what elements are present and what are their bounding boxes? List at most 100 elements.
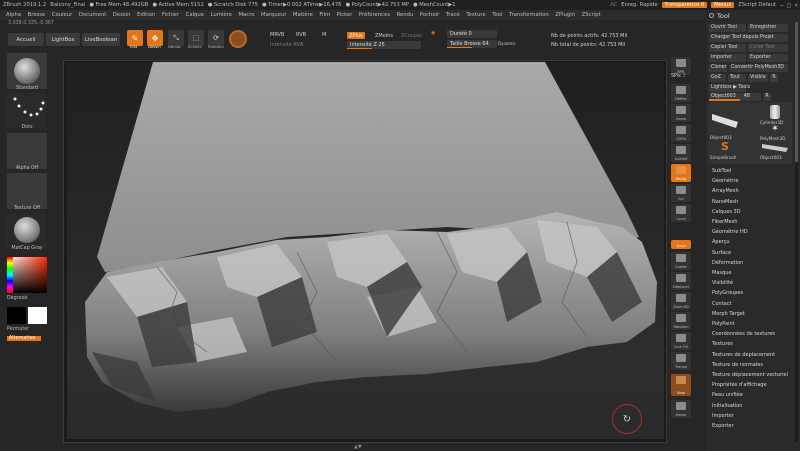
persp-button[interactable]: Persp <box>671 164 691 182</box>
current-tool-slider[interactable]: Object003 48 <box>709 93 761 101</box>
menu-item[interactable]: Edition <box>137 12 155 18</box>
home-button[interactable]: Accueil <box>8 33 44 46</box>
dynamic-button[interactable]: Dynamic <box>498 41 516 46</box>
subpalette-item[interactable]: Importer <box>712 413 734 419</box>
subpalette-item[interactable]: FiberMesh <box>712 219 737 225</box>
alpha-thumbnail[interactable] <box>7 133 47 169</box>
window-controls[interactable]: – □ × <box>780 2 798 9</box>
zadd-button[interactable]: ZPlus <box>347 32 365 39</box>
menu-item[interactable]: Pochoir <box>420 12 439 18</box>
subpalette-item[interactable]: Exporter <box>712 423 734 429</box>
menu-item[interactable]: Tracé <box>446 12 460 18</box>
rotate-view-button[interactable]: Rotation <box>671 312 691 330</box>
aahalf-button[interactable]: AAHalf <box>671 144 691 162</box>
import-button[interactable]: Importer <box>709 54 746 62</box>
tool-thumb-object003-b[interactable] <box>760 140 790 154</box>
zsub-button[interactable]: ZMoins <box>373 32 395 39</box>
menu-item[interactable]: Calque <box>186 12 204 18</box>
menu-item[interactable]: Brosse <box>28 12 46 18</box>
menu-item[interactable]: ZScript <box>582 12 601 18</box>
secondary-color-swatch[interactable] <box>7 307 26 324</box>
subpalette-item[interactable]: Géométrie <box>712 178 738 184</box>
rgb-intensity-slider[interactable]: Intensité RVB <box>270 42 304 48</box>
menu-item[interactable]: Document <box>79 12 106 18</box>
subpalette-item[interactable]: PolyPaint <box>712 321 735 327</box>
subpalette-item[interactable]: Surface <box>712 250 731 256</box>
zcut-button[interactable]: ZCouper <box>399 32 424 39</box>
subpalette-item[interactable]: Texture déplacement vectoriel <box>712 372 788 378</box>
menu-item[interactable]: Fichier <box>162 12 179 18</box>
tool-palette-header[interactable]: Tool <box>706 10 800 21</box>
menu-item[interactable]: Macro <box>238 12 254 18</box>
menu-item[interactable]: Préférences <box>359 12 390 18</box>
goz-button[interactable]: GoZ <box>709 74 726 82</box>
menu-item[interactable]: Matière <box>293 12 313 18</box>
alternate-button[interactable]: Alternative <box>7 336 41 341</box>
z-intensity-slider[interactable]: Intensité Z 25 <box>347 41 421 49</box>
document-canvas[interactable] <box>67 62 664 439</box>
subpalette-item[interactable]: Peau unifiée <box>712 392 743 398</box>
transp-button[interactable]: Transp <box>671 352 691 370</box>
all-button[interactable]: Tout <box>728 74 746 82</box>
tool-r-button[interactable]: R <box>763 93 771 101</box>
load-from-project-button[interactable]: Charger Tool depuis Projet <box>709 34 788 42</box>
quicksave-button[interactable]: Enreg. Rapide <box>621 2 657 8</box>
subpalette-item[interactable]: Aperçu <box>712 239 730 245</box>
palette-scroll-thumb[interactable] <box>795 22 798 162</box>
subpalette-item[interactable]: NanoMesh <box>712 199 738 205</box>
paste-tool-button[interactable]: Coller Tool <box>748 44 788 52</box>
menu-item[interactable]: Film <box>319 12 330 18</box>
visible-button[interactable]: Visible <box>748 74 768 82</box>
transparency-button[interactable]: Transparence 0 <box>661 2 708 8</box>
canvas-scroll-handle[interactable]: ▲▼ <box>354 444 362 450</box>
hue-strip[interactable] <box>7 257 13 293</box>
menu-item[interactable]: Texture <box>466 12 485 18</box>
xyz-button[interactable]: Qxyz <box>671 240 691 249</box>
texture-thumbnail[interactable] <box>7 173 47 209</box>
subpalette-item[interactable]: Déformation <box>712 260 743 266</box>
spix-slider[interactable]: SPix 3 <box>671 74 686 79</box>
xpose-button[interactable]: Xpose <box>671 400 691 418</box>
solo-button[interactable]: Solo <box>671 374 691 396</box>
m-button[interactable]: M <box>322 32 326 38</box>
simplebrush-icon[interactable]: S <box>718 140 732 154</box>
clone-button[interactable]: Cloner <box>709 64 727 72</box>
subpalette-item[interactable]: Texture de normales <box>712 362 763 368</box>
copy-tool-button[interactable]: Copier Tool <box>709 44 746 52</box>
subpalette-item[interactable]: Visibilité <box>712 280 733 286</box>
frame-button[interactable]: Cadrer <box>671 252 691 270</box>
draw-size-slider[interactable]: Taille Brosse 64 <box>447 40 497 48</box>
subpalette-item[interactable]: Contact <box>712 301 731 307</box>
subpalette-item[interactable]: Initialisation <box>712 403 742 409</box>
line-fill-button[interactable]: Line Fill <box>671 332 691 350</box>
color-picker[interactable] <box>7 257 47 293</box>
local-button[interactable]: Local <box>671 204 691 222</box>
subpalette-item[interactable]: Coordonnées de textures <box>712 331 775 337</box>
save-as-button[interactable]: Enregistrer <box>748 24 788 32</box>
subpalette-item[interactable]: Morph Target <box>712 311 745 317</box>
subpalette-item[interactable]: Propriétés d'affichage <box>712 382 767 388</box>
subpalette-item[interactable]: ArrayMesh <box>712 188 739 194</box>
menu-item[interactable]: Rendu <box>397 12 414 18</box>
zoom-button[interactable]: Zoom <box>671 104 691 122</box>
selected-brush-icon[interactable] <box>229 30 247 48</box>
subpalette-item[interactable]: Calques 3D <box>712 209 741 215</box>
menu-item[interactable]: Couleur <box>52 12 73 18</box>
main-color-swatch[interactable] <box>28 307 47 324</box>
rgb-button[interactable]: RVB <box>296 32 306 38</box>
subpalette-item[interactable]: Masque <box>712 270 731 276</box>
actual-button[interactable]: 100% <box>671 124 691 142</box>
menus-button[interactable]: Menus <box>711 2 735 8</box>
lightbox-tools-button[interactable]: Lightbox ▶ Tools <box>709 84 750 92</box>
mrgb-button[interactable]: MRVB <box>270 32 284 38</box>
subpalette-item[interactable]: Géométrie HD <box>712 229 748 235</box>
move-view-button[interactable]: Déplacer <box>671 272 691 290</box>
floor-button[interactable]: Sol <box>671 184 691 202</box>
palette-scrollbar[interactable] <box>795 22 798 442</box>
menu-item[interactable]: Alpha <box>6 12 21 18</box>
focal-shift-slider[interactable]: Dureté 0 <box>447 30 497 38</box>
scale-view-button[interactable]: Zoom3D <box>671 292 691 310</box>
lightbox-button[interactable]: LightBox <box>46 33 80 46</box>
subpalette-item[interactable]: Textures de déplacement <box>712 352 775 358</box>
tool-thumb-object003[interactable] <box>710 106 740 132</box>
